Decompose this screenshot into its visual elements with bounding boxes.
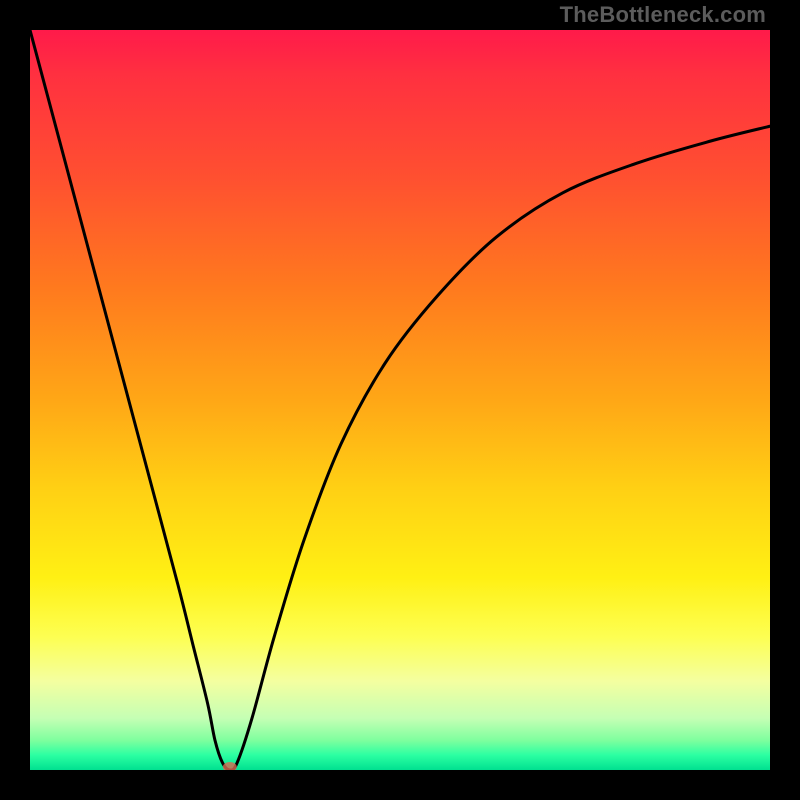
- plot-area: [30, 30, 770, 770]
- watermark-text: TheBottleneck.com: [560, 2, 766, 28]
- curve-line: [30, 30, 770, 770]
- chart-frame: TheBottleneck.com: [0, 0, 800, 800]
- chart-svg: [30, 30, 770, 770]
- minimum-marker: [223, 762, 237, 770]
